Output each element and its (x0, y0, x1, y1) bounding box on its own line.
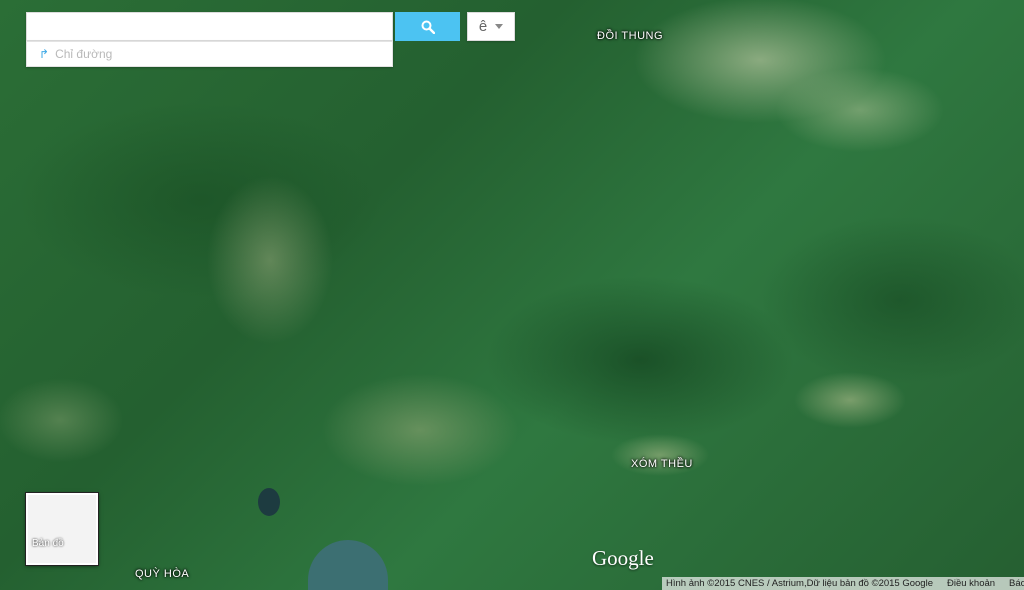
search-icon (421, 20, 435, 34)
search-input[interactable] (27, 13, 392, 40)
language-label: ê (478, 18, 488, 35)
directions-label: Chỉ đường (55, 47, 113, 61)
chevron-down-icon (495, 24, 504, 29)
lake (308, 540, 388, 590)
directions-link[interactable]: ↱ Chỉ đường (26, 41, 393, 67)
imagery-credit: Hình ảnh ©2015 CNES / Astrium,Dữ liệu bả… (666, 578, 933, 589)
directions-arrow-icon: ↱ (39, 47, 50, 61)
terms-link[interactable]: Điều khoản (947, 578, 995, 589)
search-box[interactable] (26, 12, 393, 41)
map-type-label: Bản đồ (32, 538, 64, 549)
map-type-toggle[interactable]: Bản đồ (26, 493, 98, 565)
satellite-map[interactable] (0, 0, 1024, 590)
place-label: ĐỒI THUNG (597, 30, 664, 42)
place-label: QUỲ HÒA (135, 568, 190, 580)
pond (258, 488, 280, 516)
google-logo: Google (592, 546, 654, 570)
search-button[interactable] (395, 12, 460, 41)
place-label: XÓM THỀU (631, 458, 693, 470)
language-dropdown[interactable]: ê (467, 12, 515, 41)
report-link[interactable]: Báo má (1009, 578, 1024, 589)
attribution-bar: Hình ảnh ©2015 CNES / Astrium,Dữ liệu bả… (662, 577, 1024, 590)
